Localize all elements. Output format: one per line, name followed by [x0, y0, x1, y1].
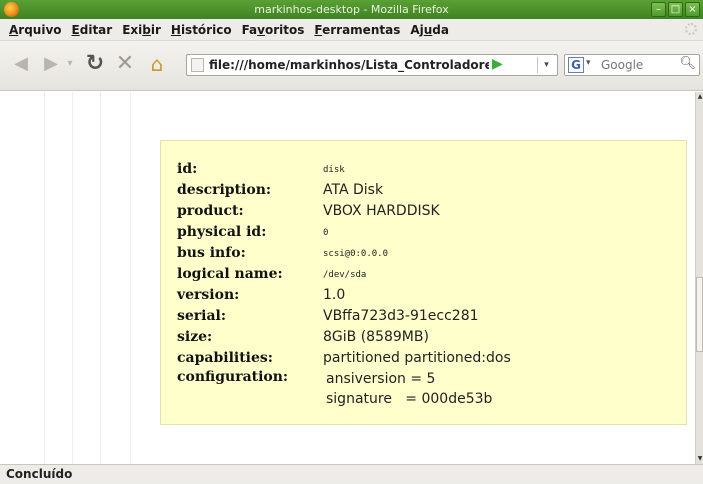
- info-key: description:: [177, 182, 272, 198]
- device-info-box: id: disk description: ATA Disk product: VBOX …: [160, 140, 687, 425]
- forward-arrow-icon[interactable]: ▶︎: [40, 53, 62, 75]
- maximize-button[interactable]: □: [668, 2, 683, 17]
- status-text: Concluído: [6, 467, 73, 481]
- window-controls: – □ ×: [651, 2, 700, 17]
- info-row: serial: VBffa723d3-91ecc281: [177, 308, 479, 324]
- info-row: logical name: /dev/sda: [177, 266, 366, 282]
- throbber-icon: [685, 23, 697, 35]
- page-content: id: disk description: ATA Disk product: VBOX …: [0, 92, 695, 464]
- guide-line: [72, 92, 73, 464]
- home-icon[interactable]: ⌂: [146, 53, 168, 75]
- info-value: 8GiB (8589MB): [323, 329, 429, 345]
- url-bar[interactable]: ▶ ▾: [186, 54, 558, 76]
- info-row: version: 1.0: [177, 287, 345, 303]
- info-row: physical id: 0: [177, 224, 328, 240]
- info-value: 0: [323, 228, 329, 238]
- guide-line: [100, 92, 101, 464]
- stop-icon[interactable]: ✕: [114, 53, 136, 75]
- menu-ferramentas[interactable]: Ferramentas: [309, 23, 405, 37]
- history-dropdown-icon[interactable]: ▾: [64, 53, 76, 75]
- info-row: capabilities: partitioned partitioned:dos: [177, 350, 511, 366]
- config-line: signature = 000de53b: [326, 391, 493, 407]
- firefox-icon: [4, 2, 19, 17]
- info-row: bus info: scsi@0:0.0.0: [177, 245, 388, 261]
- info-row: product: VBOX HARDDISK: [177, 203, 440, 219]
- minimize-button[interactable]: –: [651, 2, 666, 17]
- config-row: configuration: ansiversion = 5 signature…: [177, 369, 492, 409]
- info-value: /dev/sda: [323, 270, 367, 280]
- info-key: logical name:: [177, 266, 283, 282]
- info-value: ATA Disk: [323, 182, 384, 198]
- url-dropdown-icon[interactable]: ▾: [537, 57, 555, 73]
- scroll-up-icon[interactable]: ▲: [696, 92, 703, 102]
- info-value: disk: [323, 165, 345, 175]
- reload-icon[interactable]: ↻: [84, 53, 106, 75]
- menu-exibir[interactable]: Exibir: [117, 23, 166, 37]
- info-value: scsi@0:0.0.0: [323, 249, 389, 259]
- guide-line: [130, 92, 131, 464]
- go-arrow-icon[interactable]: ▶: [492, 56, 503, 72]
- config-key: configuration:: [177, 369, 289, 385]
- search-input[interactable]: [601, 57, 677, 73]
- info-row: description: ATA Disk: [177, 182, 383, 198]
- menubar: Arquivo Editar Exibir Histórico Favorito…: [0, 19, 703, 41]
- status-bar: Concluído: [0, 464, 703, 484]
- back-arrow-icon[interactable]: ◀︎: [10, 53, 32, 75]
- menu-historico[interactable]: Histórico: [166, 23, 237, 37]
- info-value: VBOX HARDDISK: [323, 203, 440, 219]
- scroll-thumb[interactable]: [696, 277, 703, 352]
- info-key: serial:: [177, 308, 227, 324]
- info-value: VBffa723d3-91ecc281: [323, 308, 479, 324]
- info-key: size:: [177, 329, 213, 345]
- close-button[interactable]: ×: [685, 2, 700, 17]
- info-key: bus info:: [177, 245, 246, 261]
- menu-editar[interactable]: Editar: [67, 23, 118, 37]
- url-input[interactable]: [209, 57, 489, 73]
- info-key: capabilities:: [177, 350, 273, 366]
- info-value: 1.0: [323, 287, 346, 303]
- window-titlebar: markinhos-desktop - Mozilla Firefox – □ …: [0, 0, 703, 19]
- window-title: markinhos-desktop - Mozilla Firefox: [254, 3, 449, 16]
- info-key: physical id:: [177, 224, 267, 240]
- info-key: id:: [177, 161, 198, 177]
- navigation-toolbar: ◀︎ ▶︎ ▾ ↻ ✕ ⌂ ▶ ▾ G ▾ 🔍︎: [0, 41, 703, 91]
- search-icon[interactable]: 🔍︎: [679, 56, 696, 71]
- info-value: partitioned partitioned:dos: [323, 350, 511, 366]
- info-key: version:: [177, 287, 240, 303]
- menu-ajuda[interactable]: Ajuda: [405, 23, 454, 37]
- info-row: size: 8GiB (8589MB): [177, 329, 429, 345]
- google-icon[interactable]: G: [568, 57, 584, 73]
- page-icon: [191, 58, 204, 72]
- info-row: id: disk: [177, 161, 345, 177]
- vertical-scrollbar[interactable]: ▲ ▼: [695, 92, 703, 464]
- menu-favoritos[interactable]: Favoritos: [237, 23, 310, 37]
- scroll-down-icon[interactable]: ▼: [696, 454, 703, 464]
- search-bar[interactable]: G ▾ 🔍︎: [564, 54, 700, 76]
- config-line: ansiversion = 5: [326, 371, 436, 387]
- info-key: product:: [177, 203, 244, 219]
- guide-line: [44, 92, 45, 464]
- menu-arquivo[interactable]: Arquivo: [4, 23, 67, 37]
- engine-dropdown-icon[interactable]: ▾: [586, 58, 591, 68]
- config-values: ansiversion = 5 signature = 000de53b: [323, 369, 492, 409]
